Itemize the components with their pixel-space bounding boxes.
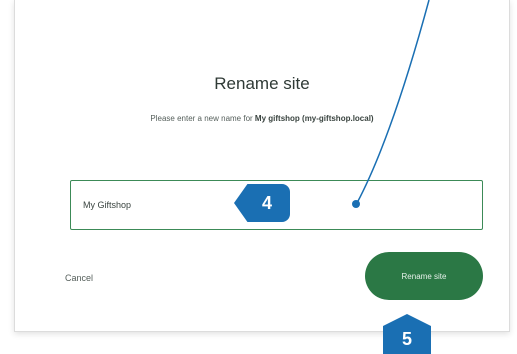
step-4-number: 4 — [261, 192, 272, 213]
step-5-number: 5 — [401, 329, 412, 349]
callout-pointer-line — [352, 0, 430, 208]
